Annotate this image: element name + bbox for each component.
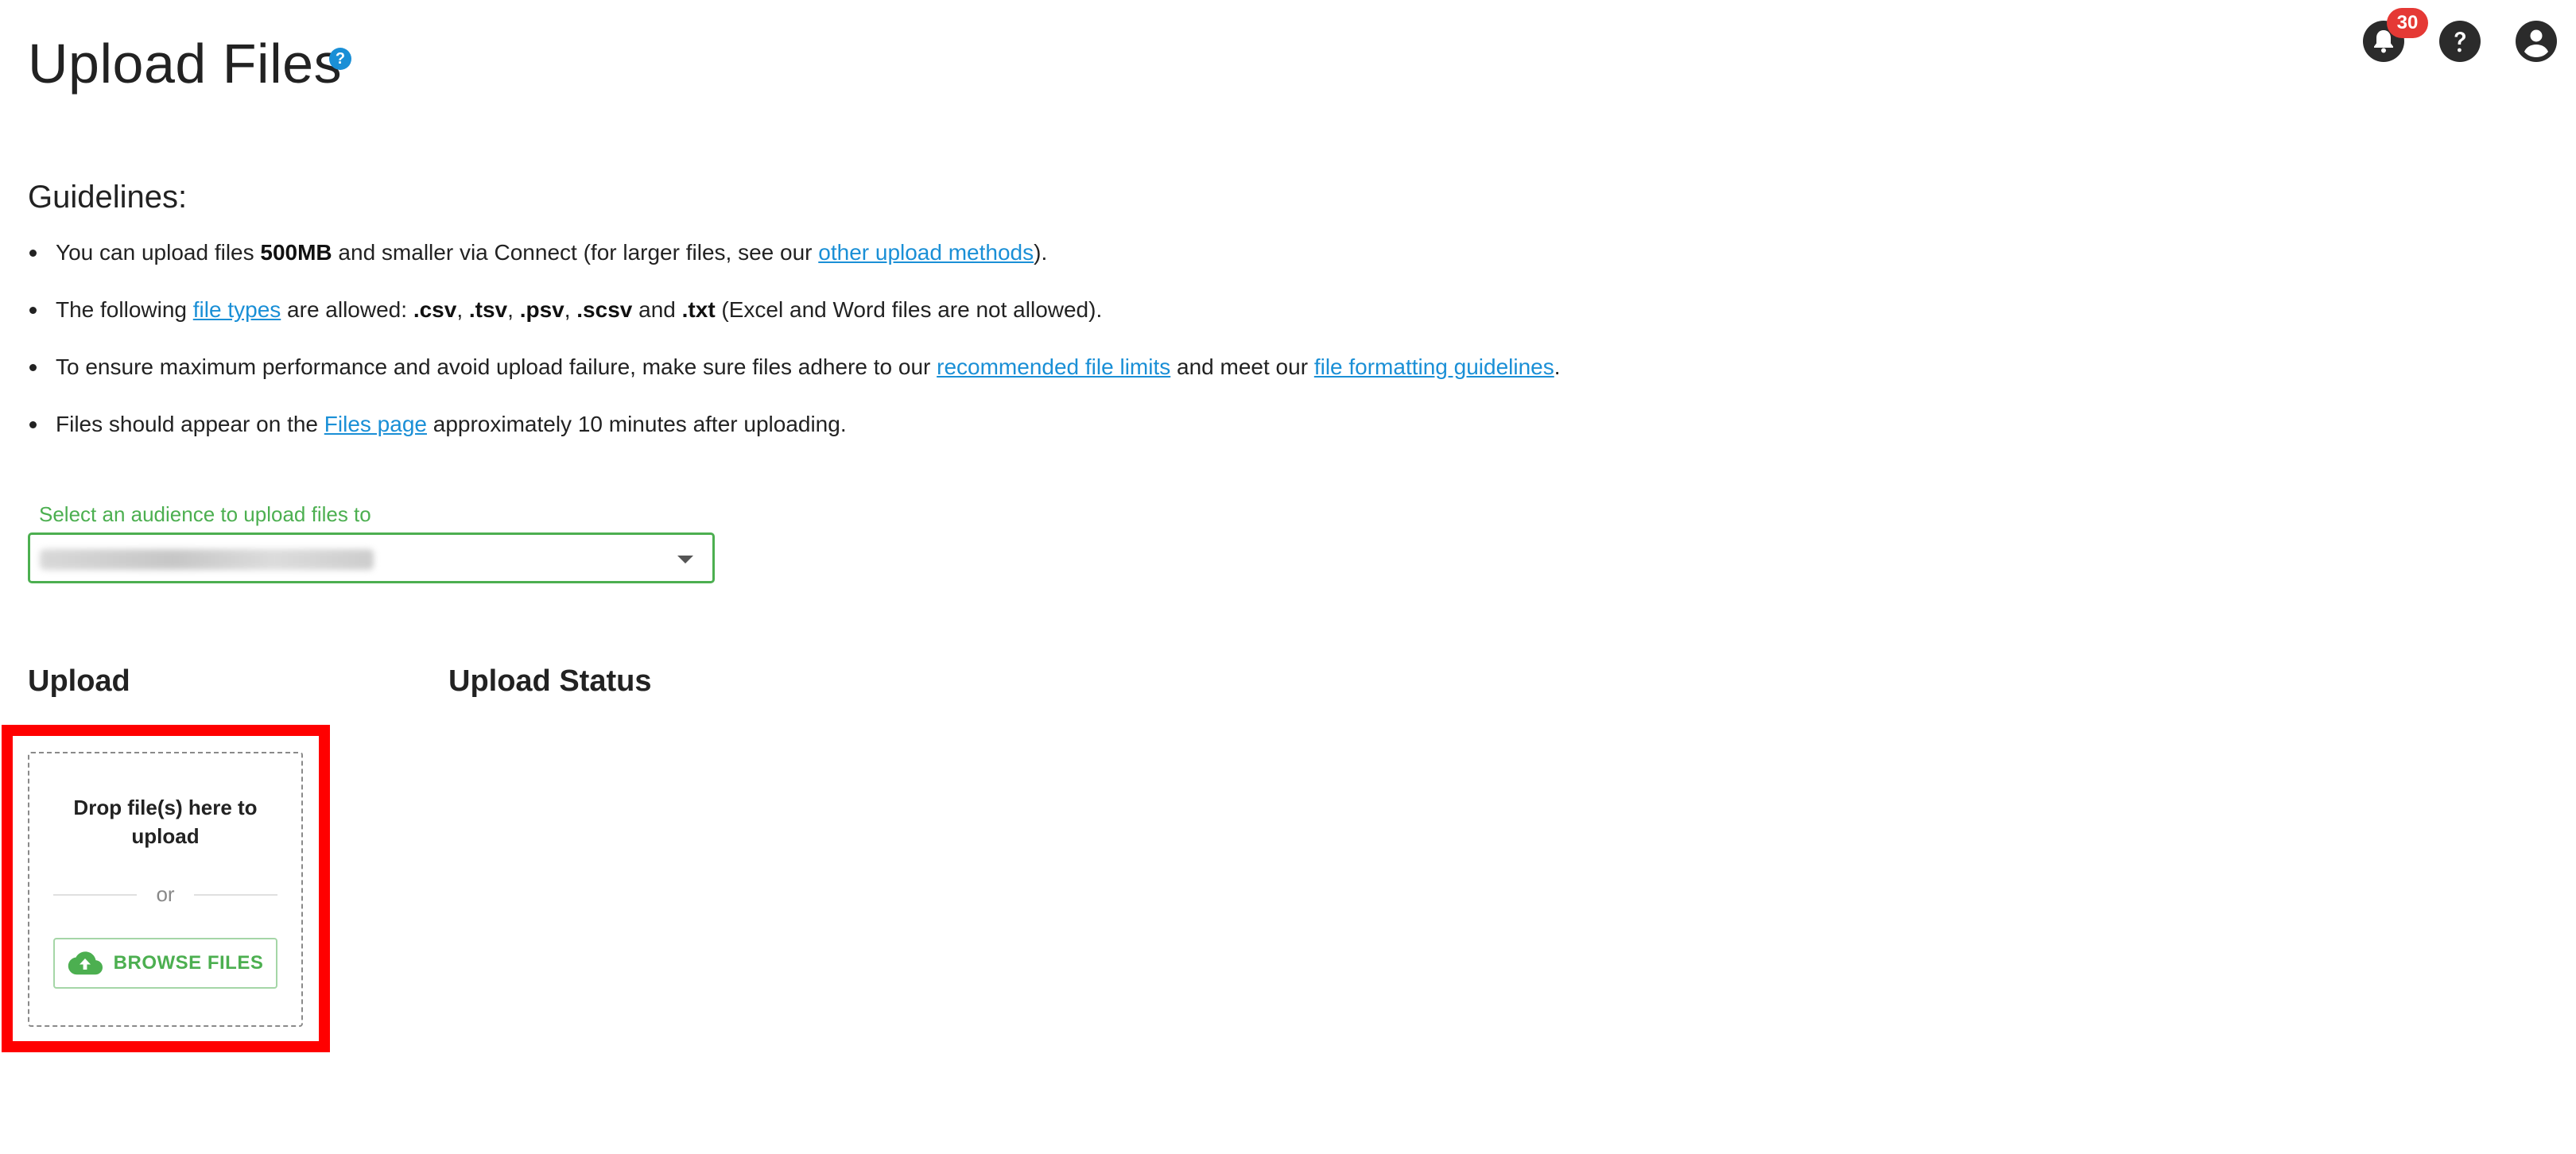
divider-line-left bbox=[53, 893, 138, 896]
guideline-item: Files should appear on the Files page ap… bbox=[28, 404, 1561, 461]
guideline-text: Files should appear on the bbox=[56, 412, 324, 436]
title-help-icon[interactable]: ? bbox=[329, 48, 351, 70]
guideline-item: The following file types are allowed: .c… bbox=[28, 289, 1561, 347]
audience-select[interactable] bbox=[28, 532, 715, 583]
browse-files-label: BROWSE FILES bbox=[113, 952, 264, 974]
guideline-link-files-page[interactable]: Files page bbox=[324, 412, 427, 436]
guideline-item: To ensure maximum performance and avoid … bbox=[28, 347, 1561, 404]
cloud-upload-icon bbox=[68, 951, 103, 975]
guideline-emphasis: .tsv bbox=[468, 297, 508, 322]
guideline-emphasis: .psv bbox=[519, 297, 564, 322]
notifications-button[interactable]: 30 bbox=[2363, 8, 2428, 62]
or-text: or bbox=[156, 882, 175, 906]
dropzone-instructions: Drop file(s) here to upload bbox=[73, 796, 258, 848]
divider-line-right bbox=[193, 893, 277, 896]
top-toolbar: 30 bbox=[2363, 8, 2557, 62]
guideline-emphasis: .csv bbox=[413, 297, 457, 322]
help-icon bbox=[2439, 21, 2481, 62]
guideline-text: To ensure maximum performance and avoid … bbox=[56, 354, 937, 379]
notification-count-badge: 30 bbox=[2387, 8, 2428, 38]
page-title: Upload Files bbox=[28, 33, 343, 95]
help-button[interactable] bbox=[2439, 21, 2481, 62]
guideline-item: You can upload files 500MB and smaller v… bbox=[28, 232, 1561, 289]
guideline-text: , bbox=[456, 297, 469, 322]
guideline-link-other-upload-methods[interactable]: other upload methods bbox=[818, 240, 1034, 265]
guideline-text: and smaller via Connect (for larger file… bbox=[332, 240, 819, 265]
guideline-text: , bbox=[564, 297, 577, 322]
account-button[interactable] bbox=[2516, 21, 2557, 62]
guideline-text: and bbox=[632, 297, 682, 322]
audience-selected-value-redacted bbox=[40, 549, 374, 570]
or-divider: or bbox=[53, 882, 277, 907]
browse-files-button[interactable]: BROWSE FILES bbox=[53, 938, 277, 989]
dropdown-caret-icon bbox=[677, 556, 693, 563]
guideline-emphasis: .txt bbox=[681, 297, 716, 322]
upload-status-heading: Upload Status bbox=[448, 664, 652, 698]
guideline-text: . bbox=[1554, 354, 1561, 379]
guideline-link-recommended-file-limits[interactable]: recommended file limits bbox=[937, 354, 1170, 379]
upload-heading: Upload bbox=[28, 664, 130, 698]
guideline-text: (Excel and Word files are not allowed). bbox=[715, 297, 1103, 322]
file-dropzone[interactable]: Drop file(s) here to upload or BROWSE FI… bbox=[28, 752, 303, 1027]
guideline-text: approximately 10 minutes after uploading… bbox=[426, 412, 847, 436]
guideline-link-file-formatting-guidelines[interactable]: file formatting guidelines bbox=[1314, 354, 1554, 379]
guideline-text: ). bbox=[1034, 240, 1048, 265]
guideline-text: are allowed: bbox=[281, 297, 413, 322]
guidelines-heading: Guidelines: bbox=[28, 180, 188, 215]
audience-select-label: Select an audience to upload files to bbox=[39, 502, 371, 526]
account-icon bbox=[2516, 21, 2557, 62]
guideline-text: and meet our bbox=[1170, 354, 1314, 379]
guideline-link-file-types[interactable]: file types bbox=[193, 297, 281, 322]
guideline-text: The following bbox=[56, 297, 193, 322]
guideline-text: You can upload files bbox=[56, 240, 261, 265]
guideline-emphasis: 500MB bbox=[260, 240, 332, 265]
guideline-emphasis: .scsv bbox=[576, 297, 633, 322]
guidelines-list: You can upload files 500MB and smaller v… bbox=[28, 232, 1561, 461]
guideline-text: , bbox=[507, 297, 520, 322]
